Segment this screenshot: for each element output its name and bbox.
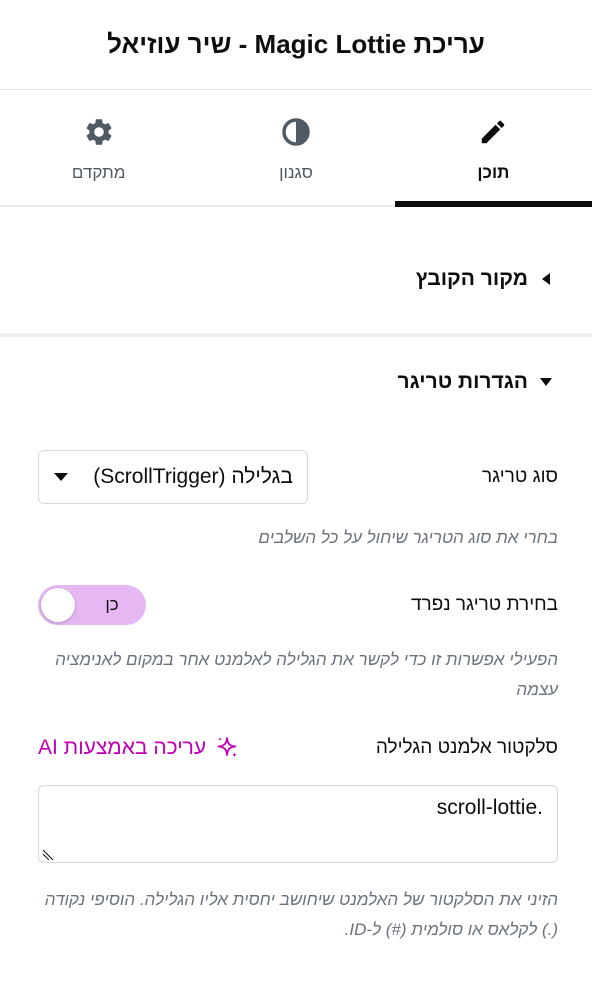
tab-content[interactable]: תוכן (394, 91, 592, 207)
scroll-selector-help: הזיני את הסלקטור של האלמנט שיחושב יחסית … (44, 890, 558, 939)
tab-advanced[interactable]: מתקדם (0, 91, 197, 205)
separate-trigger-toggle[interactable]: כן (38, 585, 146, 625)
section-divider (0, 333, 592, 337)
caret-down-icon (538, 374, 554, 390)
pencil-icon (476, 115, 510, 149)
toggle-knob (41, 588, 75, 622)
tab-content-label: תוכן (477, 163, 510, 182)
scroll-selector-label: סלקטור אלמנט הגלילה (375, 737, 558, 758)
tab-advanced-label: מתקדם (71, 163, 126, 182)
separate-trigger-label: בחירת טריגר נפרד (410, 594, 558, 615)
trigger-type-help: בחרי את סוג הטריגר שיחול על כל השלבים (258, 528, 558, 547)
separate-trigger-row: בחירת טריגר נפרד כן (38, 585, 558, 625)
edit-with-ai-button[interactable]: עריכה באמצעות AI (38, 735, 240, 761)
trigger-type-label: סוג טריגר (482, 466, 558, 487)
caret-left-icon (538, 271, 554, 287)
scroll-selector-value: .scroll-lottie (436, 796, 543, 819)
panel-title: עריכת Magic Lottie - שיר עוזיאל (107, 29, 485, 59)
gear-icon (82, 115, 116, 149)
tab-style-label: סגנון (279, 163, 313, 182)
trigger-type-select[interactable]: בגלילה (ScrollTrigger) (38, 450, 308, 504)
scroll-selector-row: סלקטור אלמנט הגלילה עריכה באמצעות AI (38, 735, 558, 761)
half-circle-icon (279, 115, 313, 149)
edit-with-ai-label: עריכה באמצעות AI (38, 736, 207, 759)
chevron-down-icon (54, 473, 68, 481)
section-file-source-title: מקור הקובץ (415, 267, 528, 290)
panel-header: עריכת Magic Lottie - שיר עוזיאל (0, 0, 592, 90)
section-trigger-settings[interactable]: הגדרות טריגר (0, 370, 592, 394)
trigger-type-value: בגלילה (ScrollTrigger) (93, 465, 293, 488)
resize-handle-icon[interactable] (41, 844, 57, 860)
tab-bar: תוכן סגנון מתקדם (0, 91, 592, 207)
section-file-source[interactable]: מקור הקובץ (0, 267, 592, 291)
toggle-text: כן (105, 595, 119, 614)
tab-style[interactable]: סגנון (197, 91, 394, 205)
section-trigger-settings-title: הגדרות טריגר (397, 370, 528, 393)
scroll-selector-input[interactable]: .scroll-lottie (38, 785, 558, 863)
separate-trigger-help: הפעילי אפשרות זו כדי לקשר את הגלילה לאלמ… (55, 650, 558, 699)
trigger-type-row: סוג טריגר בגלילה (ScrollTrigger) (38, 450, 558, 504)
sparkle-icon (217, 737, 238, 758)
